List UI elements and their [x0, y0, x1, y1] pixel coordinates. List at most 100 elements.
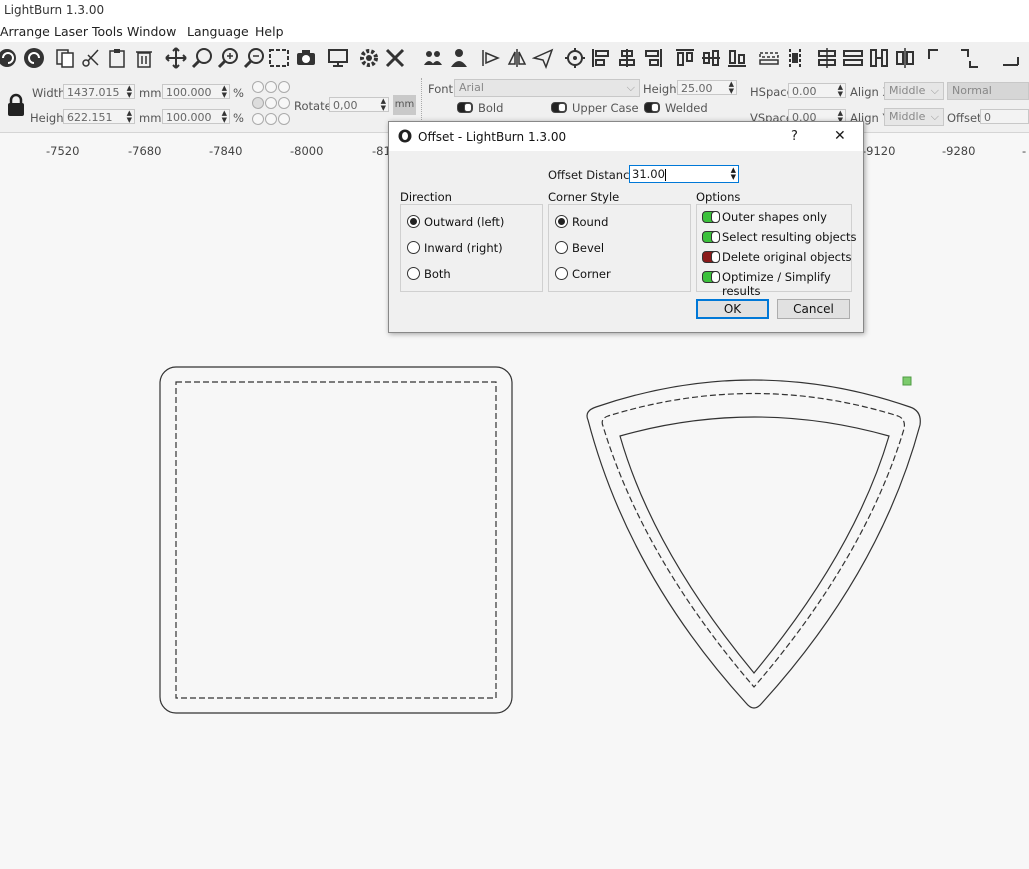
- cancel-button[interactable]: Cancel: [777, 299, 850, 319]
- text-mode-dropdown[interactable]: Normal: [947, 82, 1029, 100]
- copy-icon[interactable]: [54, 47, 76, 69]
- height-input[interactable]: 622.151 ▲ ▼: [63, 109, 135, 124]
- align-left-icon[interactable]: [590, 47, 612, 69]
- font-label: Font: [428, 82, 454, 96]
- offset-label: Offset: [947, 111, 982, 125]
- mirror-vertical-icon[interactable]: [506, 47, 528, 69]
- square-offset-shape[interactable]: [175, 381, 497, 699]
- align-right-icon[interactable]: [642, 47, 664, 69]
- zoom-out-icon[interactable]: [243, 47, 265, 69]
- text-height-input[interactable]: 25.00 ▲ ▼: [677, 80, 737, 95]
- cut-icon[interactable]: [80, 47, 102, 69]
- welded-label: Welded: [665, 101, 708, 115]
- hspace-input[interactable]: 0.00 ▲ ▼: [788, 83, 846, 98]
- rounded-square-shape[interactable]: [159, 366, 513, 714]
- upper-case-label: Upper Case: [572, 101, 639, 115]
- delete-icon[interactable]: [133, 47, 155, 69]
- optimize-label: Optimize / Simplify results: [722, 270, 831, 298]
- spacing-v-icon[interactable]: [842, 47, 864, 69]
- direction-outward-radio[interactable]: [407, 215, 420, 228]
- camera-icon[interactable]: [295, 47, 317, 69]
- bold-toggle[interactable]: [457, 102, 473, 113]
- outer-shapes-toggle[interactable]: [702, 211, 720, 223]
- width-label: Width: [32, 86, 66, 100]
- corner-corner-radio[interactable]: [555, 267, 568, 280]
- width-input[interactable]: 1437.015 ▲ ▼: [63, 84, 135, 99]
- monitor-icon[interactable]: [327, 47, 349, 69]
- ruler-tick: -7520: [46, 144, 80, 158]
- tools-icon[interactable]: [384, 47, 406, 69]
- scale-height-percent: %: [233, 111, 244, 125]
- direction-group-title: Direction: [400, 190, 452, 204]
- undo-icon[interactable]: [0, 47, 22, 69]
- direction-inward-radio[interactable]: [407, 241, 420, 254]
- font-dropdown[interactable]: Arial ⌵: [454, 79, 640, 97]
- align-x-dropdown[interactable]: Middle ⌵: [884, 82, 944, 100]
- help-button[interactable]: ?: [791, 129, 798, 144]
- upper-case-toggle[interactable]: [551, 102, 567, 113]
- triangle-outer-offset-shape[interactable]: [586, 379, 921, 709]
- paste-icon[interactable]: [106, 47, 128, 69]
- zoom-page-icon[interactable]: [191, 47, 213, 69]
- scale-width-input[interactable]: 100.000 ▲ ▼: [162, 84, 230, 99]
- height-spinner[interactable]: ▲ ▼: [127, 110, 132, 124]
- mirror-horizontal-icon[interactable]: [480, 47, 502, 69]
- triangle-dashed-shape[interactable]: [601, 392, 905, 688]
- split-icon[interactable]: [894, 47, 916, 69]
- dock-icon[interactable]: [868, 47, 890, 69]
- menu-laser-tools[interactable]: Laser Tools: [54, 24, 123, 39]
- offset-input[interactable]: 0: [980, 109, 1029, 124]
- close-icon[interactable]: ✕: [834, 128, 846, 144]
- app-title: LightBurn 1.3.00: [4, 3, 105, 17]
- menu-arrange[interactable]: Arrange: [0, 24, 50, 39]
- select-results-toggle[interactable]: [702, 231, 720, 243]
- selection-handle[interactable]: [902, 376, 912, 386]
- target-icon[interactable]: [564, 47, 586, 69]
- welded-toggle[interactable]: [644, 102, 660, 113]
- corner-top-left-icon[interactable]: [926, 47, 948, 69]
- offset-dialog: Offset - LightBurn 1.3.00 ? ✕ Offset Dis…: [388, 121, 864, 333]
- units-toggle-button[interactable]: mm: [393, 95, 416, 115]
- optimize-toggle[interactable]: [702, 271, 720, 283]
- chevron-down-icon: ⌵: [626, 81, 635, 94]
- distribute-v-icon[interactable]: [784, 47, 806, 69]
- align-center-icon[interactable]: [616, 47, 638, 69]
- align-middle-icon[interactable]: [700, 47, 722, 69]
- width-spinner[interactable]: ▲ ▼: [127, 85, 132, 99]
- distribute-h-icon[interactable]: [758, 47, 780, 69]
- group-icon[interactable]: [422, 47, 444, 69]
- menu-language[interactable]: Language: [187, 24, 249, 39]
- spacing-h-icon[interactable]: [816, 47, 838, 69]
- ungroup-icon[interactable]: [448, 47, 470, 69]
- rotate-input[interactable]: 0,00 ▲ ▼: [329, 97, 389, 112]
- offset-spinner[interactable]: ▲ ▼: [731, 167, 736, 181]
- frame-icon[interactable]: [268, 47, 290, 69]
- dialog-title: Offset - LightBurn 1.3.00: [418, 130, 567, 144]
- corner-round-radio[interactable]: [555, 215, 568, 228]
- redo-icon[interactable]: [23, 47, 45, 69]
- app-title-bar: LightBurn 1.3.00: [0, 0, 1029, 20]
- settings-gear-icon[interactable]: [358, 47, 380, 69]
- corner-bottom-icon[interactable]: [1000, 47, 1022, 69]
- delete-original-toggle[interactable]: [702, 251, 720, 263]
- menu-help[interactable]: Help: [255, 24, 284, 39]
- ok-button[interactable]: OK: [696, 299, 769, 319]
- send-icon[interactable]: [532, 47, 554, 69]
- triangle-inner-shape[interactable]: [619, 416, 890, 674]
- scale-height-input[interactable]: 100.000 ▲ ▼: [162, 109, 230, 124]
- zoom-in-icon[interactable]: [217, 47, 239, 69]
- direction-both-radio[interactable]: [407, 267, 420, 280]
- menu-window[interactable]: Window: [127, 24, 176, 39]
- align-bottom-icon[interactable]: [726, 47, 748, 69]
- align-top-icon[interactable]: [674, 47, 696, 69]
- align-y-dropdown[interactable]: Middle ⌵: [884, 108, 944, 126]
- corner-bevel-radio[interactable]: [555, 241, 568, 254]
- move-icon[interactable]: [165, 47, 187, 69]
- offset-distance-input[interactable]: 31.00 ▲ ▼: [629, 165, 739, 183]
- lock-icon[interactable]: [6, 93, 26, 117]
- corner-top-right-icon[interactable]: [958, 47, 980, 69]
- menu-bar: Arrange Laser Tools Window Language Help: [0, 20, 1029, 43]
- corner-group: [548, 204, 691, 292]
- dialog-title-bar: Offset - LightBurn 1.3.00 ? ✕: [389, 122, 863, 151]
- ruler-tick: -7840: [209, 144, 243, 158]
